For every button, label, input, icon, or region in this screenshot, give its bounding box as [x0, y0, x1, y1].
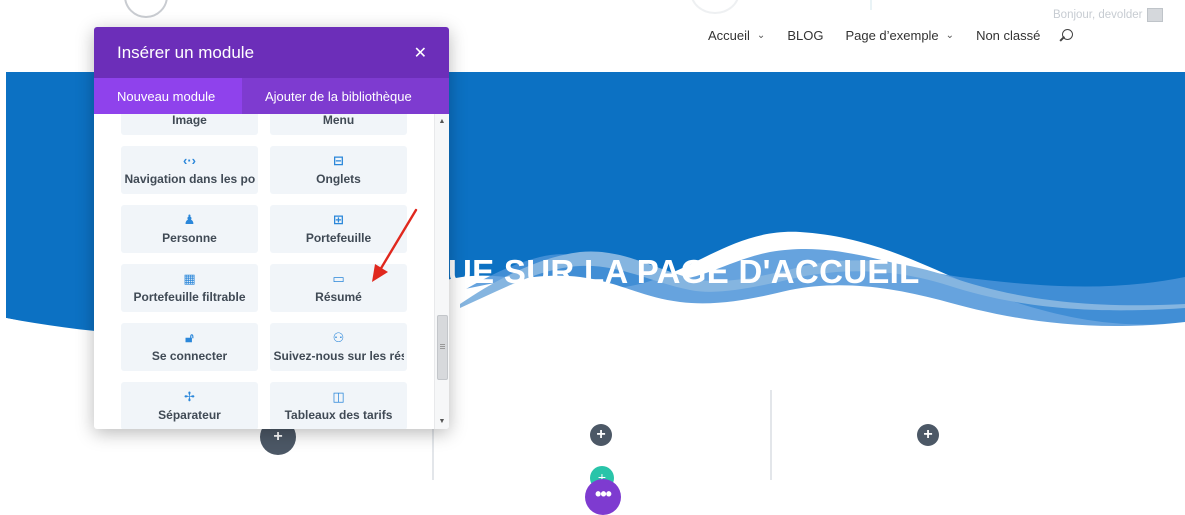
module-label: Portefeuille: [305, 231, 372, 245]
module-card[interactable]: ▭Image: [121, 114, 258, 135]
module-card[interactable]: ✢ Séparateur: [121, 382, 258, 429]
module-list-scrollbar[interactable]: ▲ ▼: [434, 114, 449, 429]
modal-title: Insérer un module: [117, 42, 255, 62]
menu-item-accueil[interactable]: Accueil ⌄: [708, 28, 765, 43]
column-divider: [770, 390, 772, 480]
search-icon[interactable]: [1059, 28, 1074, 43]
tab-new-module[interactable]: Nouveau module: [94, 78, 242, 114]
main-menu: Accueil ⌄ BLOG Page d’exemple ⌄ Non clas…: [708, 28, 1074, 43]
login-icon: 🔓︎: [185, 330, 194, 345]
add-module-button[interactable]: +: [590, 424, 612, 446]
module-list: ▭Image☰Menu‹·›Navigation dans les pos⊟On…: [94, 114, 449, 429]
post-navigation-icon: ‹·›: [183, 153, 196, 168]
tab-add-from-library[interactable]: Ajouter de la bibliothèque: [242, 78, 435, 114]
module-card[interactable]: ♟ Personne: [121, 205, 258, 253]
module-grid: ▭Image☰Menu‹·›Navigation dans les pos⊟On…: [121, 114, 408, 429]
summary-icon: ▭: [332, 271, 345, 286]
chevron-down-icon[interactable]: ⌄: [757, 30, 765, 41]
scroll-up-arrow[interactable]: ▲: [435, 118, 449, 125]
module-label: Suivez-nous sur les rése: [273, 349, 404, 363]
module-card[interactable]: ▭ Résumé: [270, 264, 407, 312]
module-card[interactable]: ▦ Portefeuille filtrable: [121, 264, 258, 312]
module-card[interactable]: ☰Menu: [270, 114, 407, 135]
add-module-button[interactable]: +: [917, 424, 939, 446]
person-icon: ♟: [183, 212, 196, 227]
greeting-text[interactable]: Bonjour, devolder: [1053, 9, 1143, 21]
module-label: Onglets: [316, 172, 361, 186]
insert-module-modal: Insérer un module ✕ Nouveau module Ajout…: [94, 27, 449, 429]
module-label: Se connecter: [151, 349, 228, 363]
hero-title: UE SUR LA PAGE D'ACCUEIL: [448, 253, 920, 290]
scroll-thumb[interactable]: [437, 315, 448, 380]
module-label: Navigation dans les pos: [124, 172, 255, 186]
menu-item-page-exemple[interactable]: Page d’exemple ⌄: [845, 28, 954, 43]
module-card[interactable]: ⚇ Suivez-nous sur les rése: [270, 323, 407, 371]
background-decoration-line: [870, 0, 872, 10]
module-card[interactable]: ‹·› Navigation dans les pos: [121, 146, 258, 194]
menu-item-label[interactable]: Accueil: [708, 28, 750, 43]
menu-item-label[interactable]: Page d’exemple: [845, 28, 938, 43]
module-label: Portefeuille filtrable: [133, 290, 246, 304]
portfolio-icon: ⊞: [333, 212, 344, 227]
pricing-tables-icon: ◫: [332, 389, 345, 404]
module-card[interactable]: 🔓︎ Se connecter: [121, 323, 258, 371]
module-label: Résumé: [315, 290, 362, 304]
admin-greeting[interactable]: Bonjour, devolder: [1053, 8, 1163, 22]
modal-header: Insérer un module ✕: [94, 27, 449, 78]
menu-item-label[interactable]: Non classé: [976, 28, 1040, 43]
chevron-down-icon[interactable]: ⌄: [946, 30, 954, 41]
tabs-icon: ⊟: [333, 153, 344, 168]
modal-tabs: Nouveau module Ajouter de la bibliothèqu…: [94, 78, 449, 114]
module-card[interactable]: ⊟ Onglets: [270, 146, 407, 194]
social-follow-icon: ⚇: [332, 330, 345, 345]
module-card[interactable]: ⊞ Portefeuille: [270, 205, 407, 253]
page-settings-button[interactable]: •••: [585, 479, 621, 515]
module-card[interactable]: ◫ Tableaux des tarifs: [270, 382, 407, 429]
module-label: Personne: [162, 231, 217, 245]
site-logo[interactable]: [124, 0, 168, 18]
background-decoration: [690, 0, 740, 14]
scroll-down-arrow[interactable]: ▼: [435, 418, 449, 425]
module-label: Image: [172, 114, 207, 127]
menu-item-non-classe[interactable]: Non classé: [976, 28, 1040, 43]
module-label: Menu: [322, 114, 355, 127]
close-icon[interactable]: ✕: [414, 43, 427, 63]
divider-icon: ✢: [184, 389, 195, 404]
module-label: Séparateur: [158, 408, 221, 422]
menu-item-blog[interactable]: BLOG: [787, 28, 823, 43]
module-label: Tableaux des tarifs: [284, 408, 393, 422]
avatar[interactable]: [1146, 8, 1163, 22]
menu-item-label[interactable]: BLOG: [787, 28, 823, 43]
filterable-portfolio-icon: ▦: [183, 271, 196, 286]
